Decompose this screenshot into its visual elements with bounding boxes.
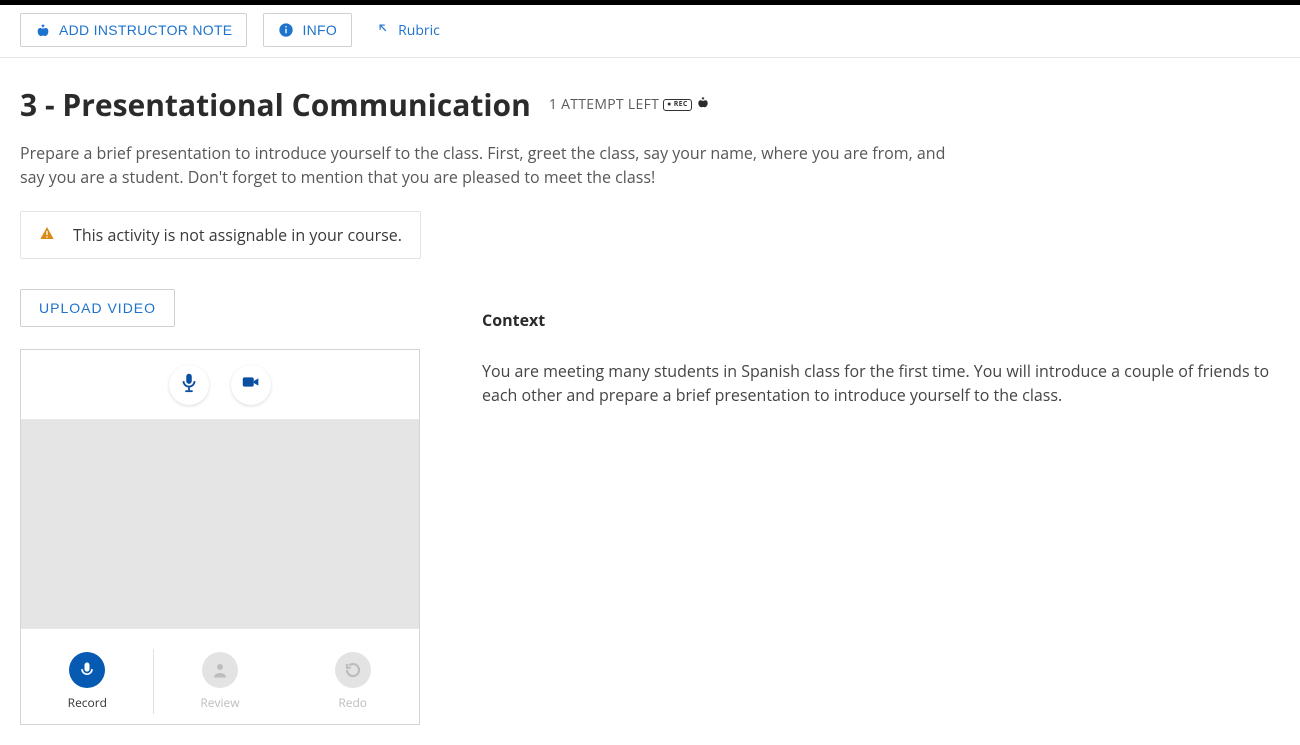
recorder-widget: Record Review Redo (20, 349, 420, 725)
toolbar: ADD INSTRUCTOR NOTE INFO Rubric (0, 5, 1300, 58)
info-button[interactable]: INFO (263, 13, 352, 47)
context-heading: Context (482, 309, 1280, 331)
mic-toggle-button[interactable] (169, 365, 209, 405)
video-preview-area (21, 420, 419, 628)
info-label: INFO (302, 22, 337, 38)
apple-icon (35, 22, 51, 38)
attempts-text: 1 ATTEMPT LEFT (549, 95, 659, 114)
rubric-label: Rubric (398, 21, 440, 40)
record-label: Record (68, 694, 107, 711)
context-text: You are meeting many students in Spanish… (482, 359, 1280, 407)
video-camera-icon (240, 371, 262, 398)
upload-video-label: UPLOAD VIDEO (39, 300, 156, 316)
rubric-link[interactable]: Rubric (368, 17, 448, 44)
review-label: Review (200, 694, 239, 711)
title-row: 3 - Presentational Communication 1 ATTEM… (20, 84, 1280, 125)
recorder-top-controls (21, 350, 419, 420)
add-instructor-note-button[interactable]: ADD INSTRUCTOR NOTE (20, 13, 247, 47)
content-area: 3 - Presentational Communication 1 ATTEM… (0, 58, 1300, 745)
apple-indicator-icon (696, 95, 710, 114)
review-control: Review (154, 639, 287, 724)
main-row: UPLOAD VIDEO (20, 289, 1280, 725)
record-icon (69, 652, 105, 688)
redo-label: Redo (338, 694, 367, 711)
info-icon (278, 22, 294, 38)
attempts-left: 1 ATTEMPT LEFT ● REC (549, 95, 710, 114)
recorder-bottom-controls: Record Review Redo (21, 628, 419, 724)
camera-toggle-button[interactable] (231, 365, 271, 405)
warning-text: This activity is not assignable in your … (73, 224, 402, 246)
warning-box: This activity is not assignable in your … (20, 211, 421, 259)
right-column: Context You are meeting many students in… (482, 289, 1280, 725)
add-instructor-note-label: ADD INSTRUCTOR NOTE (59, 22, 232, 38)
microphone-icon (178, 371, 200, 398)
warning-icon (39, 225, 55, 246)
left-column: UPLOAD VIDEO (20, 289, 440, 725)
activity-description: Prepare a brief presentation to introduc… (20, 141, 950, 189)
activity-title: 3 - Presentational Communication (20, 84, 531, 125)
review-icon (202, 652, 238, 688)
redo-control: Redo (286, 639, 419, 724)
arrow-up-left-icon (376, 21, 390, 40)
rec-badge-icon: ● REC (663, 99, 692, 111)
record-control[interactable]: Record (21, 639, 154, 724)
redo-icon (335, 652, 371, 688)
upload-video-button[interactable]: UPLOAD VIDEO (20, 289, 175, 327)
